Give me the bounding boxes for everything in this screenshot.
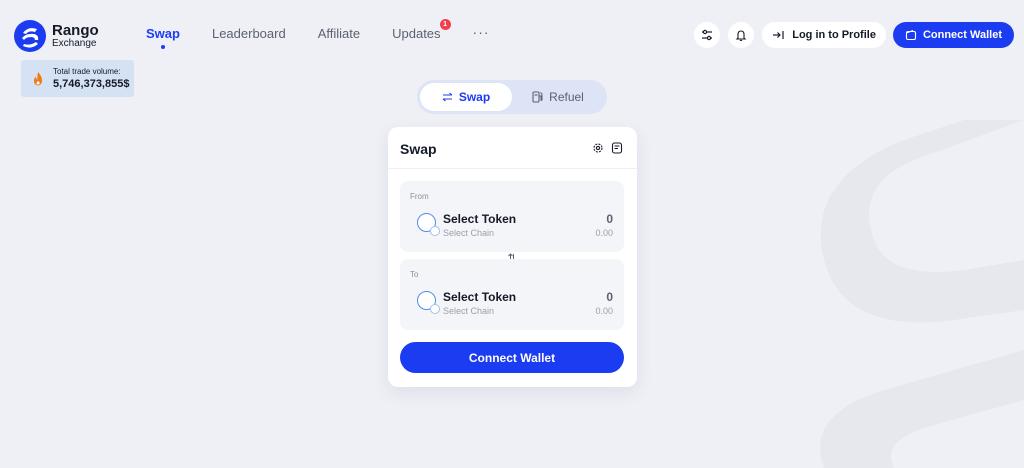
settings-sliders-button[interactable] (694, 22, 721, 48)
tab-refuel-label: Refuel (549, 90, 584, 104)
header-actions: Log in to Profile Connect Wallet (694, 22, 1014, 48)
swap-history-button[interactable] (611, 142, 623, 154)
bell-icon (735, 30, 747, 41)
nav-updates-label: Updates (392, 26, 441, 41)
notifications-button[interactable] (728, 22, 755, 48)
main-nav: Swap Leaderboard Affiliate Updates 1 ··· (146, 19, 522, 41)
swap-card-header: Swap (388, 127, 637, 169)
from-select-chain: Select Chain (443, 228, 495, 238)
fuel-pump-icon (532, 91, 543, 103)
rango-logo-icon (14, 20, 46, 52)
swap-settings-button[interactable] (592, 142, 604, 154)
nav-affiliate[interactable]: Affiliate (318, 26, 360, 41)
trade-volume-box: Total trade volume: 5,746,373,855$ (21, 60, 134, 97)
from-label: From (410, 192, 429, 201)
swap-arrows-icon (442, 92, 453, 102)
nav-swap[interactable]: Swap (146, 26, 180, 41)
to-token-box[interactable]: To Select Token Select Chain 0 0.00 (400, 259, 624, 330)
brand-title: Rango (52, 22, 99, 39)
document-icon (611, 142, 623, 154)
brand-logo[interactable]: Rango Exchange (14, 20, 99, 52)
trade-volume-label: Total trade volume: (53, 67, 121, 76)
to-select-chain: Select Chain (443, 306, 495, 316)
to-amount: 0 (606, 290, 613, 304)
swap-refuel-tabs: Swap Refuel (417, 80, 607, 114)
updates-badge: 1 (439, 19, 451, 30)
sliders-icon (702, 29, 713, 41)
tab-swap[interactable]: Swap (420, 83, 512, 111)
connect-wallet-button[interactable]: Connect Wallet (400, 342, 624, 373)
swap-card: Swap From Select Token Select Chain 0 0.… (388, 127, 637, 387)
tab-swap-label: Swap (458, 90, 491, 104)
nav-leaderboard[interactable]: Leaderboard (212, 26, 286, 41)
to-label: To (410, 270, 419, 279)
top-header: Rango Exchange Swap Leaderboard Affiliat… (0, 0, 1024, 70)
swap-card-title: Swap (400, 141, 437, 157)
to-select-token[interactable]: Select Token (443, 290, 516, 304)
nav-more-button[interactable]: ··· (473, 24, 490, 41)
fire-icon (34, 71, 42, 85)
brand-subtitle: Exchange (52, 38, 97, 49)
nav-updates[interactable]: Updates 1 (392, 19, 451, 41)
trade-volume-value: 5,746,373,855$ (53, 78, 130, 90)
tab-refuel[interactable]: Refuel (512, 83, 604, 111)
from-amount[interactable]: 0 (606, 212, 613, 226)
gear-icon (593, 143, 603, 153)
from-token-box[interactable]: From Select Token Select Chain 0 0.00 (400, 181, 624, 252)
connect-wallet-header-button[interactable]: Connect Wallet (892, 22, 1014, 48)
to-chain-placeholder-icon (430, 304, 440, 314)
login-label: Log in to Profile (792, 29, 876, 41)
from-select-token[interactable]: Select Token (443, 212, 516, 226)
from-chain-placeholder-icon (430, 226, 440, 236)
wallet-icon (905, 29, 917, 41)
login-arrow-icon (773, 31, 784, 39)
background-logo-watermark (820, 120, 1024, 468)
to-usd-value: 0.00 (595, 306, 613, 316)
connect-wallet-header-label: Connect Wallet (922, 29, 1002, 41)
from-usd-value: 0.00 (595, 228, 613, 238)
login-profile-button[interactable]: Log in to Profile (762, 22, 886, 48)
